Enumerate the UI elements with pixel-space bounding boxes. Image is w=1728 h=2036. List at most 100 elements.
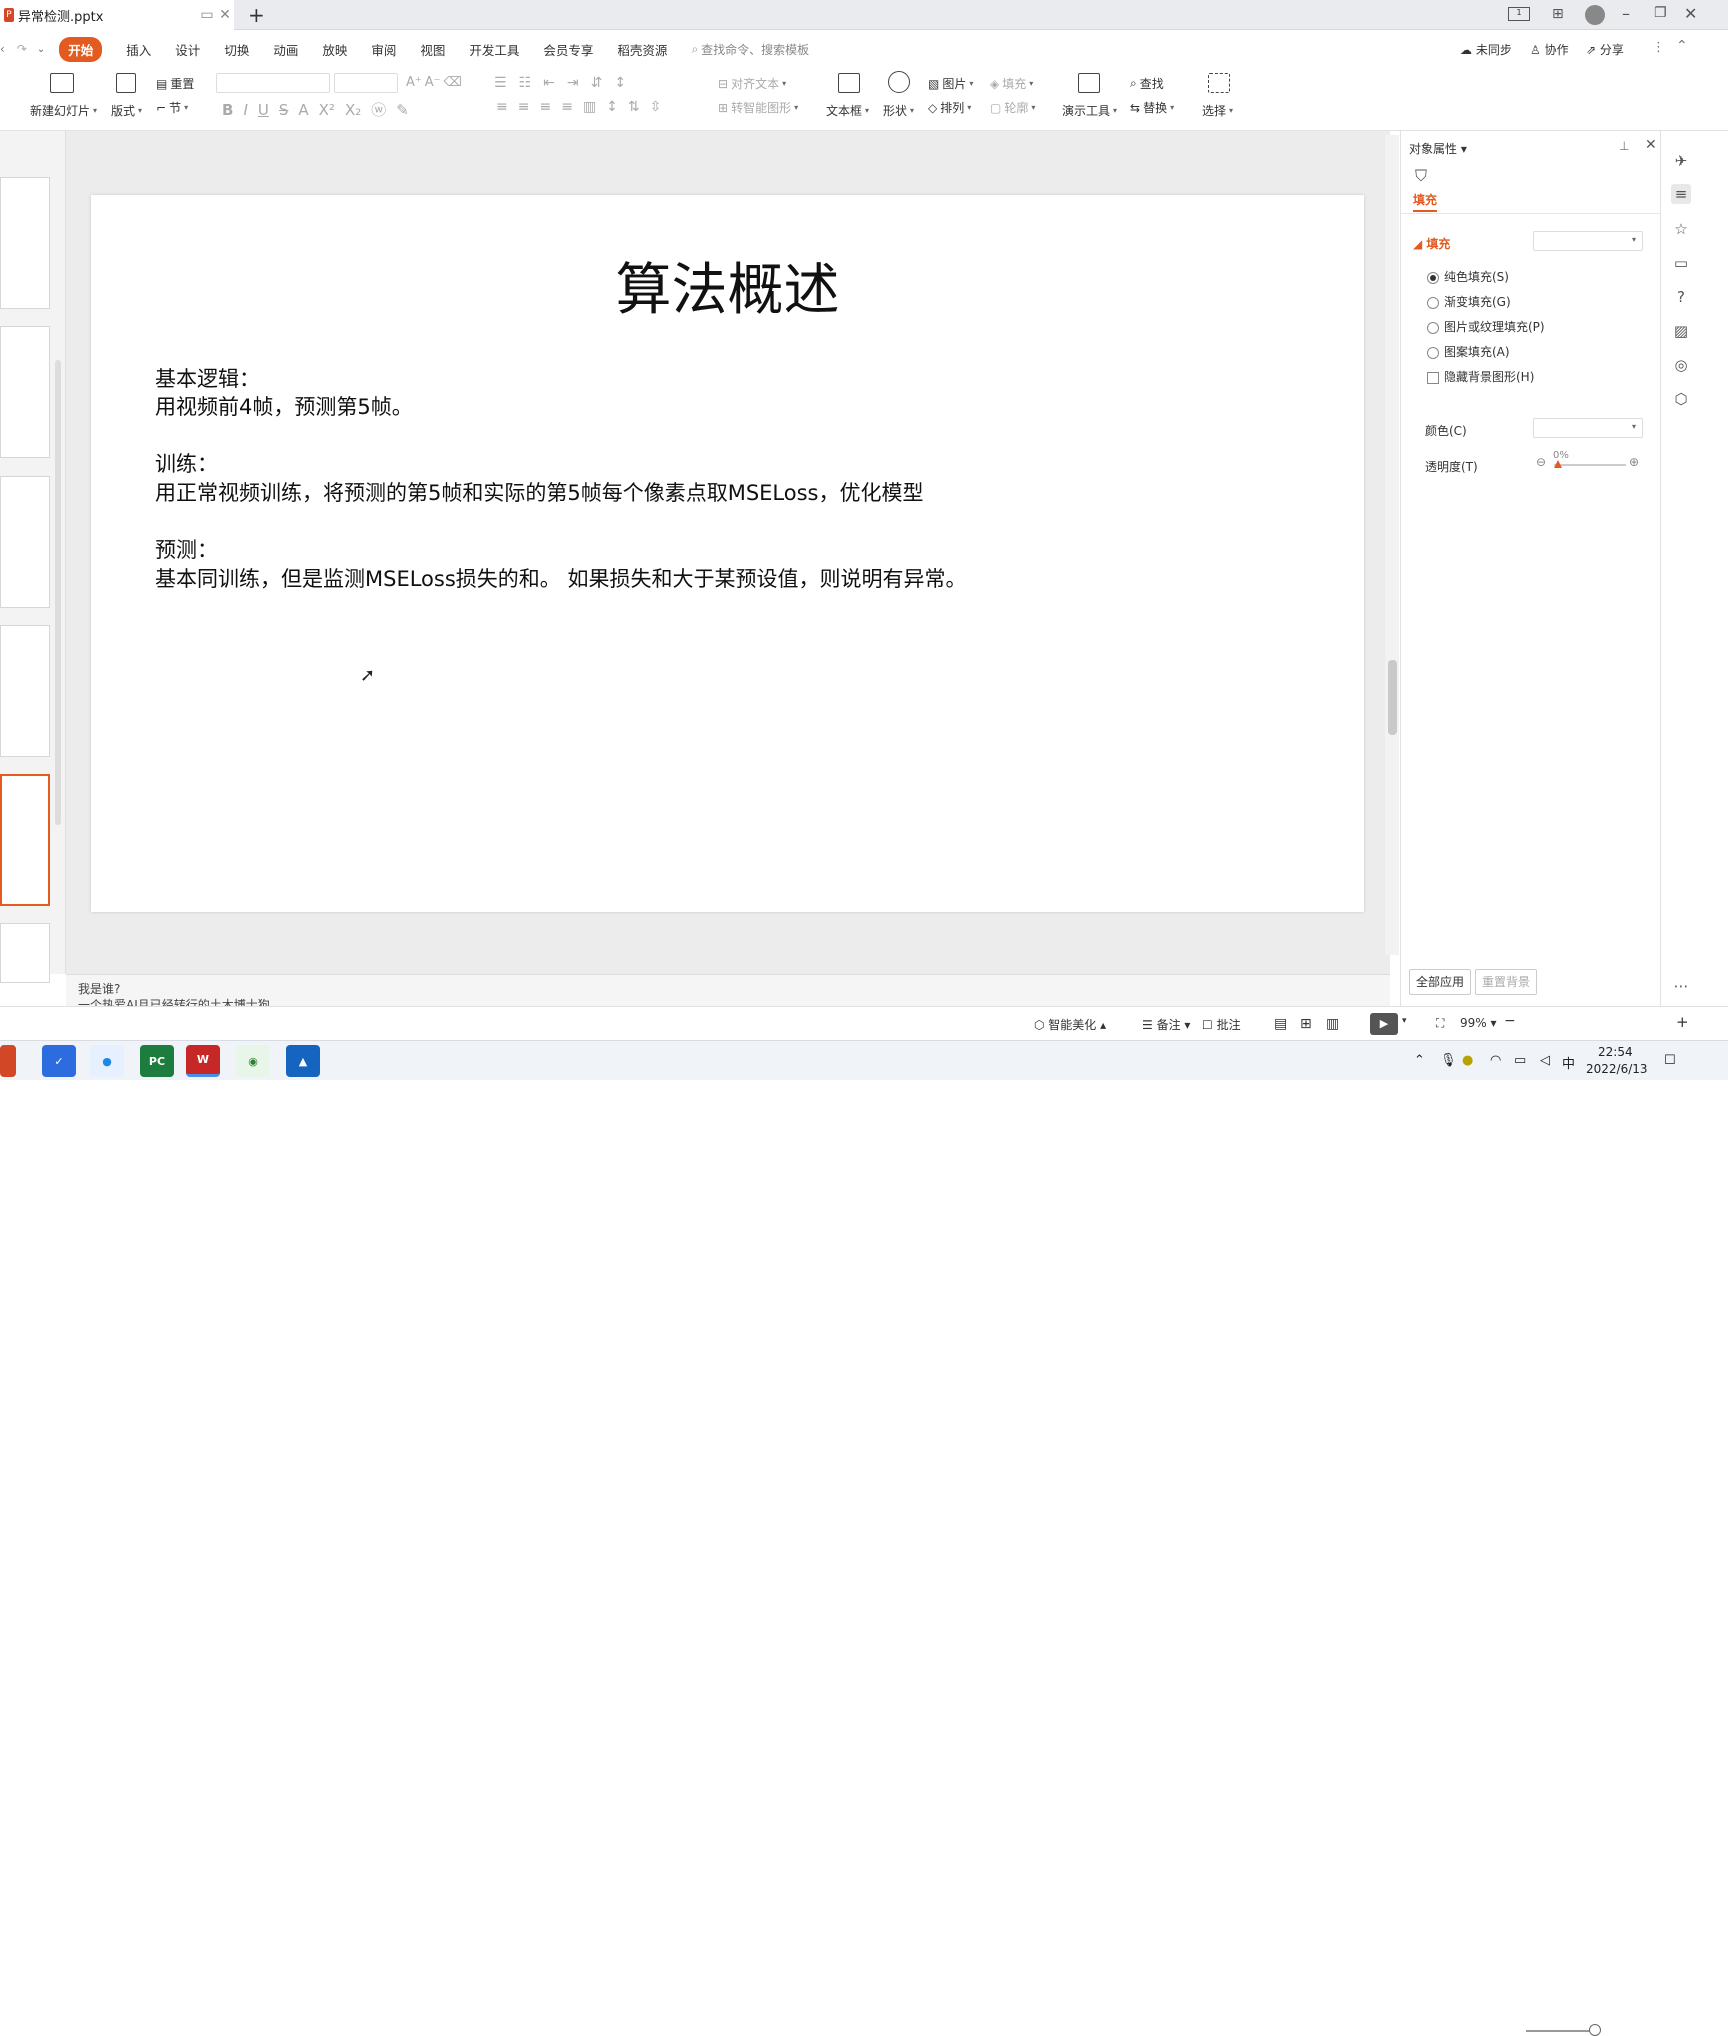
avatar[interactable] [1585,5,1605,25]
underline-icon[interactable]: U [258,101,269,119]
menu-view[interactable]: 视图 [420,40,445,59]
para-spacing-icon[interactable]: ⇅ [628,99,640,115]
help-icon[interactable]: ? [1671,287,1691,307]
notes-pane[interactable]: 我是谁? 一个热爱AI且已经转行的土木博士狗 [66,974,1390,1007]
minimize-icon[interactable]: – [1622,4,1630,23]
restore-icon[interactable]: ❐ [1654,5,1667,21]
strikethrough-icon[interactable]: S [279,101,289,119]
update-icon[interactable]: ● [1462,1053,1473,1068]
line-spacing-icon[interactable]: ↕ [606,99,618,115]
star-icon[interactable]: ☆ [1671,219,1691,239]
slide-title[interactable]: 算法概述 [91,245,1364,326]
decrease-icon[interactable]: ⊖ [1536,455,1546,469]
close-tab-icon[interactable]: ✕ [216,6,234,24]
fill-option-pattern[interactable]: 图案填充(A) [1427,343,1510,360]
pin-tab-icon[interactable]: ▭ [198,6,216,24]
fill-option-solid[interactable]: 纯色填充(S) [1427,268,1509,285]
shape-button[interactable]: 形状 ▾ [883,102,914,119]
notification-icon[interactable]: ☐ [1664,1053,1676,1068]
new-slide-button[interactable]: 新建幻灯片 ▾ [30,102,97,119]
rocket-icon[interactable]: ✈ [1671,151,1691,171]
comment-button[interactable]: ☐ 批注 [1202,1016,1241,1033]
slide-thumbnail[interactable] [0,177,50,309]
reset-background-button[interactable]: 重置背景 [1475,969,1538,995]
volume-icon[interactable]: ◁ [1540,1053,1550,1068]
italic-icon[interactable]: I [243,101,247,119]
color-select[interactable]: ▾ [1533,418,1643,438]
shape-icon[interactable] [888,71,910,93]
box-icon[interactable]: ⬡ [1671,389,1691,409]
redo-icon[interactable]: ↷ [17,42,27,56]
shrink-font-icon[interactable]: A⁻ [425,75,441,90]
font-color-icon[interactable]: A [298,101,308,119]
slide-thumbnail-selected[interactable] [0,774,50,906]
fit-window-icon[interactable]: ⛶ [1436,1016,1444,1031]
slide-thumbnail[interactable] [0,476,50,608]
textbox-button[interactable]: 文本框 ▾ [826,102,869,119]
slide-text-line[interactable]: 用视频前4帧，预测第5帧。 [155,391,413,421]
apply-all-button[interactable]: 全部应用 [1409,969,1472,995]
close-panel-icon[interactable]: ✕ [1645,137,1657,153]
align-right-icon[interactable]: ≡ [539,99,551,115]
slide-text-line[interactable]: 训练： [155,448,218,478]
pin-icon[interactable]: ⊥ [1619,139,1629,153]
new-tab-button[interactable]: + [248,3,265,27]
tab-fill[interactable]: 填充 [1413,191,1438,212]
menu-insert[interactable]: 插入 [126,40,151,59]
fill-bucket-icon[interactable]: ⛉ [1415,166,1427,186]
share-button[interactable]: ⇗ 分享 [1586,41,1624,58]
grow-font-icon[interactable]: A⁺ [406,75,422,90]
location-icon[interactable]: ◎ [1671,355,1691,375]
notes-toggle[interactable]: ☰ 备注 ▾ [1142,1016,1190,1033]
menu-animation[interactable]: 动画 [273,40,298,59]
phonetic-icon[interactable]: ⓦ [371,99,386,120]
zoom-slider[interactable] [1526,2030,1596,2032]
play-dropdown-icon[interactable]: ▾ [1402,1016,1407,1026]
bold-icon[interactable]: B [222,101,233,119]
justify-icon[interactable]: ≡ [561,99,573,115]
wifi-icon[interactable]: ◠ [1490,1053,1501,1068]
zoom-slider-handle[interactable] [1589,2024,1601,2036]
slide[interactable]: 算法概述 基本逻辑： 用视频前4帧，预测第5帧。 训练： 用正常视频训练，将预测… [91,195,1364,912]
subscript-icon[interactable]: X₂ [345,101,361,119]
menu-member[interactable]: 会员专享 [543,40,593,59]
pycharm-icon[interactable]: PC [140,1045,174,1077]
meeting-icon[interactable]: ▲ [286,1045,320,1077]
find-button[interactable]: ⌕ 查找 [1130,75,1164,92]
sorter-view-icon[interactable]: ⊞ [1300,1016,1312,1032]
numbering-icon[interactable]: ☷ [519,75,532,91]
app-icon[interactable] [0,1045,16,1077]
menu-review[interactable]: 审阅 [371,40,396,59]
tray-expand-icon[interactable]: ⌃ [1414,1053,1425,1068]
select-button[interactable]: 选择 ▾ [1202,102,1233,119]
layout-mode-icon[interactable]: 1 [1508,7,1530,21]
transparency-slider[interactable] [1554,464,1626,466]
menu-developer[interactable]: 开发工具 [469,40,519,59]
fill-option-gradient[interactable]: 渐变填充(G) [1427,293,1511,310]
distribute-icon[interactable]: ▥ [583,99,596,115]
font-size-select[interactable] [334,73,398,93]
browser-icon[interactable]: ● [90,1045,124,1077]
collapse-ribbon-icon[interactable]: ⌃ [1676,38,1688,54]
collab-button[interactable]: ♙ 协作 [1530,41,1569,58]
spacing-icon[interactable]: ⇳ [650,99,662,115]
slide-thumbnail[interactable] [0,923,50,983]
scrollbar-thumb[interactable] [1388,660,1397,735]
zoom-level[interactable]: 99% ▾ [1460,1016,1497,1030]
zoom-out-icon[interactable]: − [1504,1013,1516,1029]
canvas-scrollbar[interactable] [1385,135,1399,955]
menu-design[interactable]: 设计 [175,40,200,59]
present-tools-icon[interactable] [1078,73,1100,93]
wechat-icon[interactable]: ◉ [236,1045,270,1077]
more-icon[interactable]: ⋮ [1652,40,1665,55]
command-search[interactable]: 查找命令、搜索模板 [701,41,809,58]
slide-thumbnail[interactable] [0,326,50,458]
input-method[interactable]: 中 [1562,1053,1575,1072]
bullets-icon[interactable]: ☰ [494,75,507,91]
image-tool-icon[interactable]: ▨ [1671,321,1691,341]
panel-title[interactable]: 对象属性 ▾ [1409,140,1467,157]
smart-art-button[interactable]: ⊞ 转智能图形 ▾ [718,99,798,116]
slide-thumbnail[interactable] [0,625,50,757]
battery-icon[interactable]: ▭ [1514,1053,1526,1068]
reset-button[interactable]: ▤ 重置 [156,75,194,92]
